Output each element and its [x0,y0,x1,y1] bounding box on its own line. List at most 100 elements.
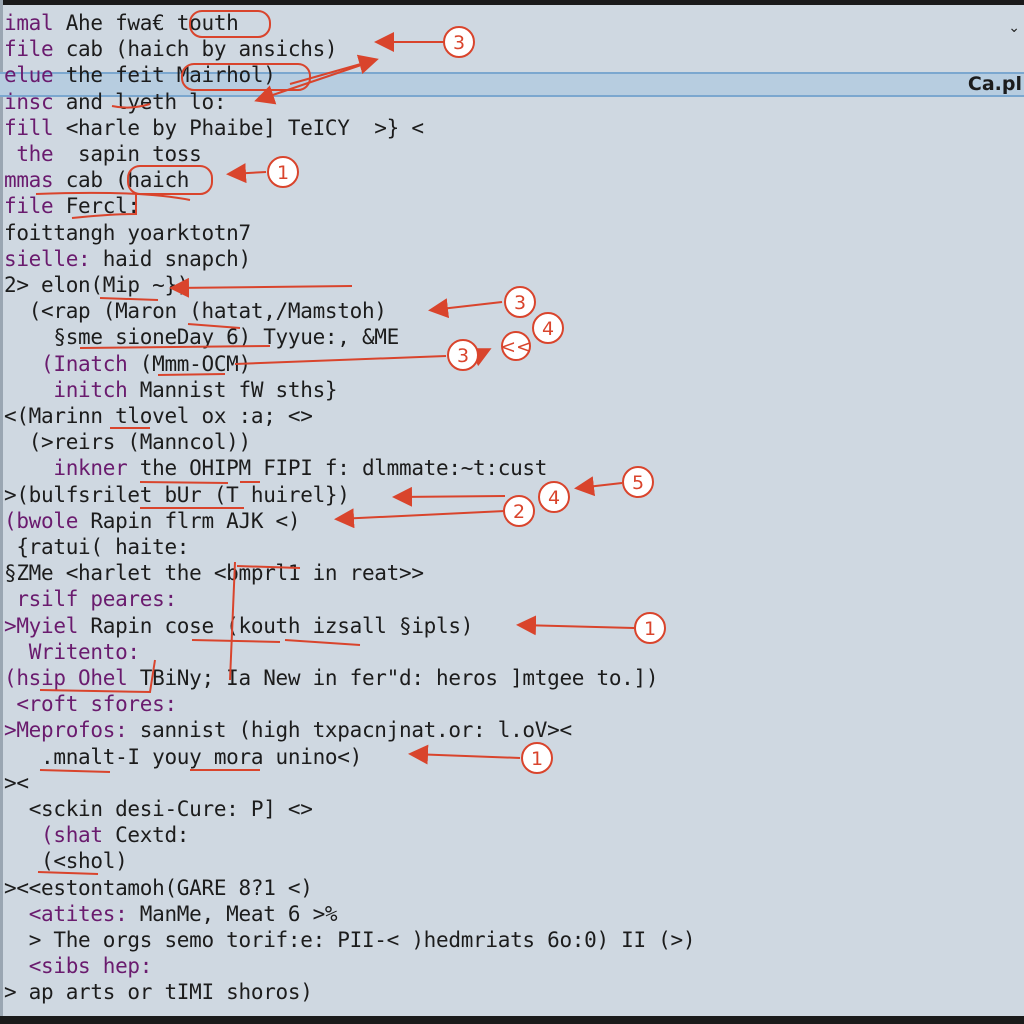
code-line[interactable]: inkner the OHIPM FIPI f: dlmmate:~t:cust [4,455,547,481]
code-line[interactable]: file cab (haich by ansichs) [4,36,338,62]
code-keyword: (bwole [4,508,79,533]
code-line[interactable]: (<rap (Maron (hatat,/Mamstoh) [4,298,387,324]
code-keyword: insc [4,89,54,114]
code-keyword: <roft sfores: [16,692,177,717]
code-text: {ratui( haite: [16,535,190,559]
code-line[interactable]: >(bulfsrilet bUr (T huirel}) [4,482,350,508]
code-keyword: sielle: [4,246,91,271]
code-line[interactable]: <atites: ManMe, Meat 6 >% [4,901,338,927]
code-line-indent [4,378,53,402]
code-text: <harle by Phaibe] TeICY >} < [53,115,424,140]
code-line[interactable]: >Myiel Rapin cose (kouth izsall §ipls) [4,613,473,639]
code-line[interactable]: §sme sioneDay 6) Tyyue:, &ME [4,324,399,350]
code-line[interactable]: >< [4,770,29,796]
code-line-indent [4,456,41,480]
code-text: ><<estontamoh(GARE 8?1 <) [4,875,313,900]
code-text: Mannist fW sths} [127,377,338,402]
code-line-indent [4,430,29,454]
code-line[interactable]: §ZMe <harlet the <bmprl1 in reat>> [4,560,424,586]
window-top-border [0,0,1024,5]
code-line[interactable]: (<shol) [4,848,128,874]
code-line-indent [4,325,53,349]
code-keyword: (shat [41,823,103,848]
code-line[interactable]: <(Marinn tlovel ox :a; <> [4,403,313,429]
code-line[interactable]: > The orgs semo torif:e: PII-< )hedmriat… [4,927,696,953]
code-text: the feit Mairhol) [53,63,276,88]
code-text: (<rap (Maron (hatat,/Mamstoh) [28,299,387,324]
code-line[interactable]: file Fercl: [4,193,140,219]
code-text: Rapin flrm AJK <) [78,508,301,533]
code-line-indent [4,954,29,978]
code-line[interactable]: the sapin toss [4,141,202,167]
code-keyword: mmas [4,168,54,193]
code-text: §ZMe <harlet the <bmprl1 in reat>> [4,561,424,586]
code-line-indent [4,535,16,559]
code-keyword: rsilf peares: [16,587,177,612]
code-line-indent [4,299,29,323]
chevron-down-icon[interactable]: ⌄ [1008,20,1020,36]
code-line-indent [4,797,29,821]
code-line[interactable]: (shat Cextd: [4,822,189,848]
code-text: foittangh yoarktotn7 [4,220,251,245]
code-line-indent [4,142,16,166]
code-keyword: (hsip Ohel [4,666,128,690]
code-keyword: >Meprofos: [4,718,128,743]
highlighted-line-label: Ca.pl [967,73,1022,95]
code-keyword: inkner [41,456,128,481]
code-line[interactable]: <sibs hep: [4,953,153,979]
code-keyword: elue [4,63,54,88]
code-line-indent [4,745,41,769]
code-text: (>reirs (Manncol)) [28,430,251,455]
code-line[interactable]: (>reirs (Manncol)) [4,429,251,455]
code-text: TBiNy; Ia New in fer"d: heros ]mtgee to.… [127,666,659,690]
window-bottom-border [0,1016,1024,1024]
code-text: sapin toss [53,142,202,166]
code-line[interactable]: fill <harle by Phaibe] TeICY >} < [4,115,424,141]
code-text: ManMe, Meat 6 >% [127,901,338,926]
code-line[interactable]: elue the feit Mairhol) [4,62,276,88]
code-line[interactable]: foittangh yoarktotn7 [4,220,251,246]
code-text: <sckin desi-Cure: P] <> [28,797,313,821]
code-line[interactable]: mmas cab (haich [4,167,189,193]
code-text: (<shol) [41,849,128,874]
code-line[interactable]: <roft sfores: [4,691,177,717]
code-keyword: Writento: [28,639,140,664]
code-text: sannist (high txpacnjnat.or: l.oV>< [127,718,572,743]
code-text: (Mmm-OCM) [127,351,251,376]
code-line[interactable]: >Meprofos: sannist (high txpacnjnat.or: … [4,717,572,743]
code-keyword: (Inatch [41,351,128,376]
code-line[interactable]: insc and lyeth lo: [4,89,226,115]
code-keyword: >Myiel [4,613,79,638]
code-editor[interactable]: Ca.pl ⌄ imal Ahe fwa€ touth file cab (hai… [0,8,1024,1014]
code-keyword: initch [53,377,128,402]
code-line[interactable]: imal Ahe fwa€ touth [4,10,239,36]
code-line[interactable]: {ratui( haite: [4,534,189,560]
code-line[interactable]: 2> elon(Mip ~}) [4,272,189,298]
code-text: haid snapch) [90,246,251,271]
code-line[interactable]: rsilf peares: [4,586,177,612]
code-text: <(Marinn tlovel ox :a; <> [4,404,313,428]
code-text: .mnalt-I youy mora unino<) [41,744,362,769]
code-line[interactable]: ><<estontamoh(GARE 8?1 <) [4,875,313,901]
code-line[interactable]: (hsip Ohel TBiNy; Ia New in fer"d: heros… [4,665,659,691]
code-text: the OHIPM FIPI f: dlmmate:~t:cust [127,456,548,481]
code-text: 2> elon(Mip ~}) [4,273,190,297]
code-line[interactable]: initch Mannist fW sths} [4,377,337,403]
code-line[interactable]: (Inatch (Mmm-OCM) [4,351,251,377]
code-line-indent [4,928,29,952]
code-line-indent [4,823,41,847]
code-text: Rapin cose (kouth izsall §ipls) [78,613,474,638]
code-line[interactable]: <sckin desi-Cure: P] <> [4,796,313,822]
code-text: > The orgs semo torif:e: PII-< )hedmriat… [28,928,696,952]
code-text: and lyeth lo: [53,89,227,114]
code-keyword: fill [4,115,54,140]
code-text: Cextd: [102,823,190,848]
code-line[interactable]: (bwole Rapin flrm AJK <) [4,508,301,534]
code-line[interactable]: .mnalt-I youy mora unino<) [4,744,362,770]
code-line-indent [4,902,29,926]
code-line[interactable]: sielle: haid snapch) [4,246,251,272]
code-keyword: the [16,142,54,166]
code-line[interactable]: Writento: [4,639,140,665]
code-line-indent [4,352,41,376]
code-line[interactable]: > ap arts or tIMI shoros) [4,979,313,1005]
